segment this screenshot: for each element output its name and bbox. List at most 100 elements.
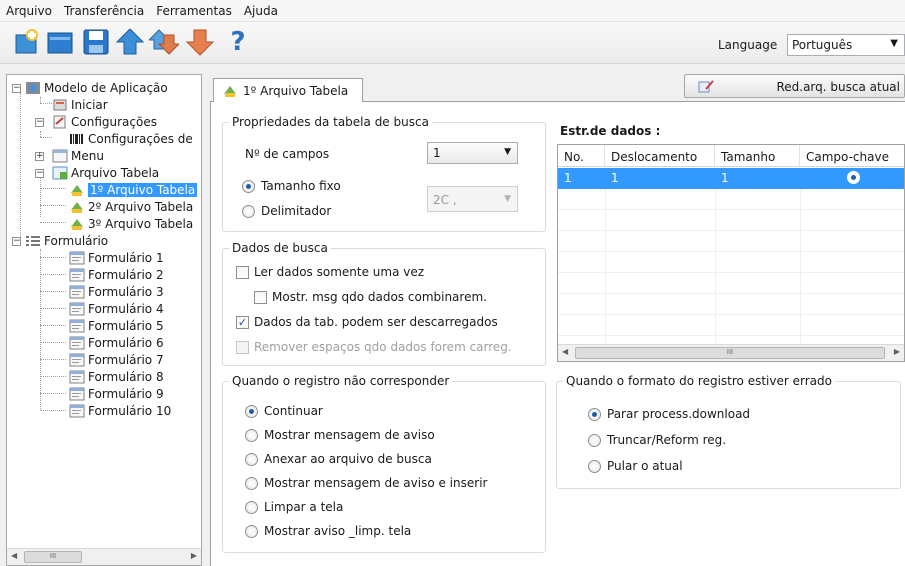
tree-item-menu[interactable]: Menu	[52, 147, 104, 164]
reduce-search-file-button[interactable]: Red.arq. busca atual	[684, 74, 905, 98]
tree-item-tabela-3[interactable]: 3º Arquivo Tabela	[69, 215, 193, 232]
tree-connector	[40, 376, 66, 377]
nao-corresponder-label-5: Limpar a tela	[264, 500, 344, 514]
formato-errado-radio-1[interactable]	[588, 408, 601, 421]
scroll-right-icon[interactable]: ▶	[894, 347, 900, 356]
tree-connector	[40, 188, 66, 189]
start-icon	[53, 99, 67, 110]
collapse-icon[interactable]: −	[35, 118, 44, 127]
collapse-icon[interactable]: −	[12, 84, 21, 93]
scroll-left-icon[interactable]: ◀	[562, 347, 568, 356]
form-icon	[69, 353, 85, 366]
table-row[interactable]: 1 1 1	[558, 168, 904, 189]
form-icon	[69, 370, 85, 383]
tree-item-formulario[interactable]: Formulário	[25, 232, 108, 249]
tree-horizontal-scrollbar[interactable]: ◀ III ▶	[7, 548, 201, 565]
tree-connector	[40, 257, 66, 258]
edit-icon	[698, 80, 714, 93]
menu-ajuda[interactable]: Ajuda	[244, 4, 278, 18]
nao-corresponder-title: Quando o registro não corresponder	[229, 374, 453, 388]
table-row-empty	[558, 315, 904, 336]
save-icon[interactable]	[80, 26, 112, 58]
tree-item-arquivo-tabela[interactable]: Arquivo Tabela	[52, 164, 159, 181]
table-row-empty	[558, 231, 904, 252]
menu-transferencia[interactable]: Transferência	[64, 4, 144, 18]
tree-item-tabela-2[interactable]: 2º Arquivo Tabela	[69, 198, 193, 215]
nao-corresponder-radio-1[interactable]	[245, 405, 258, 418]
tree-item-formulario-7[interactable]: Formulário 7	[69, 351, 164, 368]
expand-icon[interactable]: +	[35, 152, 44, 161]
upload-icon[interactable]	[114, 26, 146, 58]
tree-view[interactable]: − Modelo de Aplicação Iniciar − Configur…	[6, 74, 202, 566]
column-header[interactable]: Tamanho	[715, 145, 800, 167]
scroll-left-icon[interactable]: ◀	[11, 551, 17, 560]
tree-item-formulario-1[interactable]: Formulário 1	[69, 249, 164, 266]
tree-connector	[20, 93, 21, 241]
column-header[interactable]: Campo-chave	[800, 145, 904, 167]
tree-item-formulario-3[interactable]: Formulário 3	[69, 283, 164, 300]
formato-errado-radio-2[interactable]	[588, 434, 601, 447]
nao-corresponder-radio-6[interactable]	[245, 525, 258, 538]
tree-connector	[40, 274, 66, 275]
menu-icon	[52, 149, 68, 162]
table-row-empty	[558, 210, 904, 231]
collapse-icon[interactable]: −	[12, 237, 21, 246]
tree-item-formulario-2[interactable]: Formulário 2	[69, 266, 164, 283]
transfer-icon[interactable]	[148, 26, 180, 58]
language-select[interactable]: Português ▼	[787, 34, 905, 56]
n-campos-label: Nº de campos	[245, 147, 330, 161]
scroll-thumb[interactable]: III	[24, 551, 82, 563]
tree-connector	[40, 137, 52, 138]
nao-corresponder-radio-5[interactable]	[245, 501, 258, 514]
n-campos-select[interactable]: 1 ▼	[427, 142, 518, 164]
nao-corresponder-radio-2[interactable]	[245, 429, 258, 442]
formato-errado-title: Quando o formato do registro estiver err…	[563, 374, 835, 388]
ler-uma-vez-checkbox[interactable]	[236, 266, 249, 279]
tree-item-formulario-6[interactable]: Formulário 6	[69, 334, 164, 351]
tree-connector	[40, 308, 66, 309]
tree-item-formulario-5[interactable]: Formulário 5	[69, 317, 164, 334]
new-icon[interactable]	[10, 26, 42, 58]
tree-item-configuracoes[interactable]: Configurações	[52, 113, 157, 130]
tamanho-fixo-radio[interactable]	[242, 180, 255, 193]
column-header[interactable]: Deslocamento	[605, 145, 715, 167]
tree-item-tabela-1[interactable]: 1º Arquivo Tabela	[69, 181, 198, 198]
scroll-right-icon[interactable]: ▶	[191, 551, 197, 560]
tab-label: 1º Arquivo Tabela	[243, 83, 349, 98]
descarregados-checkbox[interactable]: ✓	[236, 316, 249, 329]
table-row-empty	[558, 294, 904, 315]
tree-item-formulario-4[interactable]: Formulário 4	[69, 300, 164, 317]
tree-item-formulario-9[interactable]: Formulário 9	[69, 385, 164, 402]
formato-errado-radio-3[interactable]	[588, 460, 601, 473]
delimitador-select[interactable]: 2C , ▼	[427, 186, 518, 212]
menu-arquivo[interactable]: Arquivo	[6, 4, 52, 18]
help-icon[interactable]: ?	[222, 26, 254, 58]
open-icon[interactable]	[44, 26, 76, 58]
tree-item-formulario-10[interactable]: Formulário 10	[69, 402, 171, 419]
table-row-empty	[558, 252, 904, 273]
column-header[interactable]: No.	[558, 145, 605, 167]
table-row-empty	[558, 189, 904, 210]
nao-corresponder-radio-3[interactable]	[245, 453, 258, 466]
tree-item-iniciar[interactable]: Iniciar	[52, 96, 108, 113]
formato-errado-label-3: Pular o atual	[607, 459, 683, 473]
nao-corresponder-radio-4[interactable]	[245, 477, 258, 490]
tamanho-fixo-label: Tamanho fixo	[261, 179, 341, 193]
table-icon	[224, 85, 236, 97]
mostr-msg-checkbox[interactable]	[254, 291, 267, 304]
menu-bar: Arquivo Transferência Ferramentas Ajuda	[0, 0, 905, 22]
delimitador-radio[interactable]	[242, 205, 255, 218]
estr-dados-grid[interactable]: No. Deslocamento Tamanho Campo-chave 1 1…	[557, 144, 905, 362]
form-icon	[69, 302, 85, 315]
tree-item-formulario-8[interactable]: Formulário 8	[69, 368, 164, 385]
remover-espacos-checkbox[interactable]	[236, 341, 249, 354]
collapse-icon[interactable]: −	[35, 169, 44, 178]
grid-horizontal-scrollbar[interactable]: ◀ III ▶	[558, 344, 904, 361]
tree-item-root[interactable]: Modelo de Aplicação	[25, 79, 168, 96]
scroll-thumb[interactable]: III	[575, 347, 885, 359]
campo-chave-radio[interactable]	[847, 171, 860, 184]
menu-ferramentas[interactable]: Ferramentas	[156, 4, 232, 18]
tab-1-arquivo-tabela[interactable]: 1º Arquivo Tabela	[213, 78, 363, 102]
tree-item-configuracoes-de[interactable]: Configurações de	[69, 130, 193, 147]
download-icon[interactable]	[184, 26, 216, 58]
